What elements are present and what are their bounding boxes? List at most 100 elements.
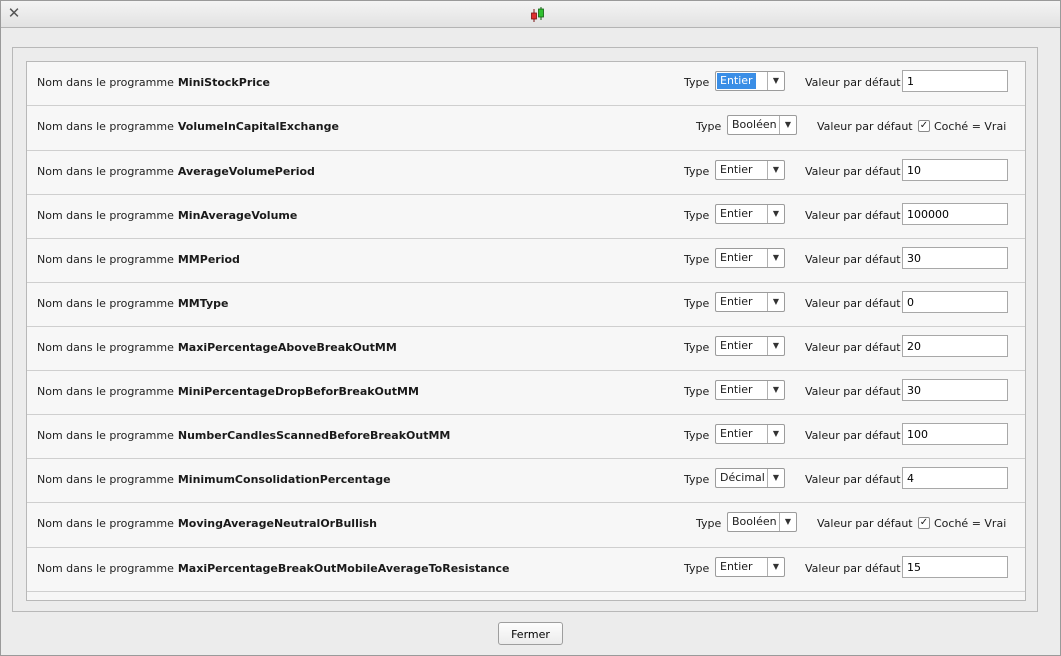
parameter-name: MaxiPercentageBreakOutMobileAverageToRes… bbox=[177, 562, 510, 575]
type-label: Type bbox=[684, 562, 710, 575]
type-label: Type bbox=[684, 473, 710, 486]
default-value-input[interactable] bbox=[902, 556, 1008, 578]
type-select-value: Entier bbox=[720, 427, 753, 440]
type-select[interactable]: Entier ▼ bbox=[715, 248, 785, 268]
type-select-value: Entier bbox=[720, 560, 753, 573]
parameter-name-label: Nom dans le programme MiniPercentageDropB… bbox=[37, 385, 419, 398]
parameter-name-label: Nom dans le programme MinAverageVolume bbox=[37, 209, 297, 222]
type-select-value: Entier bbox=[720, 339, 753, 352]
type-select-value: Décimal bbox=[720, 471, 765, 484]
chevron-down-icon[interactable]: ▼ bbox=[767, 293, 784, 311]
chevron-down-icon[interactable]: ▼ bbox=[767, 161, 784, 179]
parameter-row: Nom dans le programme MinimumConsolidatio… bbox=[27, 459, 1025, 503]
type-select-value: Booléen bbox=[732, 515, 777, 528]
parameters-list[interactable]: Nom dans le programme MiniStockPrice Type E… bbox=[26, 61, 1026, 601]
parameter-name: VolumeInCapitalExchange bbox=[177, 120, 339, 133]
parameter-row: Nom dans le programme VolumeInCapitalExch… bbox=[27, 106, 1025, 151]
candlestick-chart-icon bbox=[531, 7, 544, 22]
default-value-input[interactable] bbox=[902, 379, 1008, 401]
type-select-value: Entier bbox=[717, 73, 756, 89]
default-value-label: Valeur par défaut bbox=[805, 473, 901, 486]
type-select[interactable]: Entier ▼ bbox=[715, 424, 785, 444]
parameter-name-label: Nom dans le programme MiniStockPrice bbox=[37, 76, 270, 89]
type-select-value: Entier bbox=[720, 207, 753, 220]
checkbox-label: Coché = Vrai bbox=[934, 517, 1007, 530]
default-value-label: Valeur par défaut bbox=[805, 429, 901, 442]
default-checkbox[interactable]: ✓ bbox=[918, 517, 930, 529]
type-select[interactable]: Entier ▼ bbox=[715, 160, 785, 180]
type-select[interactable]: Booléen ▼ bbox=[727, 512, 797, 532]
parameter-name-label: Nom dans le programme AverageVolumePeriod bbox=[37, 165, 315, 178]
chevron-down-icon[interactable]: ▼ bbox=[767, 205, 784, 223]
parameter-name-label: Nom dans le programme VolumeInCapitalExch… bbox=[37, 120, 339, 133]
type-select-value: Entier bbox=[720, 295, 753, 308]
type-select[interactable]: Entier ▼ bbox=[715, 557, 785, 577]
default-value-label: Valeur par défaut bbox=[805, 341, 901, 354]
type-label: Type bbox=[684, 253, 710, 266]
default-value-label: Valeur par défaut bbox=[805, 76, 901, 89]
parameters-panel: Nom dans le programme MiniStockPrice Type E… bbox=[12, 47, 1038, 612]
chevron-down-icon[interactable]: ▼ bbox=[767, 249, 784, 267]
parameter-name: MinimumConsolidationPercentage bbox=[177, 473, 391, 486]
parameter-name: MovingAverageNeutralOrBullish bbox=[177, 517, 377, 530]
name-prefix: Nom dans le programme bbox=[37, 341, 174, 354]
default-value-label: Valeur par défaut bbox=[805, 385, 901, 398]
default-value-label: Valeur par défaut bbox=[805, 165, 901, 178]
name-prefix: Nom dans le programme bbox=[37, 297, 174, 310]
type-select[interactable]: Entier ▼ bbox=[715, 380, 785, 400]
default-checkbox[interactable]: ✓ bbox=[918, 120, 930, 132]
type-label: Type bbox=[684, 165, 710, 178]
default-value-input[interactable] bbox=[902, 70, 1008, 92]
type-select[interactable]: Entier ▼ bbox=[715, 292, 785, 312]
default-value-input[interactable] bbox=[902, 247, 1008, 269]
parameter-name: MMType bbox=[177, 297, 229, 310]
name-prefix: Nom dans le programme bbox=[37, 120, 174, 133]
parameter-row: Nom dans le programme MovingAverageNeutra… bbox=[27, 503, 1025, 548]
default-value-input[interactable] bbox=[902, 423, 1008, 445]
type-select-value: Entier bbox=[720, 163, 753, 176]
chevron-down-icon[interactable]: ▼ bbox=[767, 337, 784, 355]
type-select[interactable]: Entier ▼ bbox=[715, 336, 785, 356]
chevron-down-icon[interactable]: ▼ bbox=[779, 116, 796, 134]
default-value-input[interactable] bbox=[902, 467, 1008, 489]
type-select[interactable]: Entier ▼ bbox=[715, 204, 785, 224]
type-label: Type bbox=[684, 429, 710, 442]
name-prefix: Nom dans le programme bbox=[37, 209, 174, 222]
type-select[interactable]: Booléen ▼ bbox=[727, 115, 797, 135]
default-value-label: Valeur par défaut bbox=[817, 517, 913, 530]
parameter-row: Nom dans le programme MaxiPercentageBreak… bbox=[27, 548, 1025, 592]
chevron-down-icon[interactable]: ▼ bbox=[779, 513, 796, 531]
default-value-label: Valeur par défaut bbox=[805, 562, 901, 575]
parameter-name: MMPeriod bbox=[177, 253, 240, 266]
name-prefix: Nom dans le programme bbox=[37, 253, 174, 266]
name-prefix: Nom dans le programme bbox=[37, 165, 174, 178]
default-value-input[interactable] bbox=[902, 203, 1008, 225]
close-icon[interactable]: ✕ bbox=[7, 6, 21, 21]
chevron-down-icon[interactable]: ▼ bbox=[767, 381, 784, 399]
default-value-input[interactable] bbox=[902, 159, 1008, 181]
parameter-row: Nom dans le programme MMType Type Entier ▼ Va… bbox=[27, 283, 1025, 327]
name-prefix: Nom dans le programme bbox=[37, 76, 174, 89]
chevron-down-icon[interactable]: ▼ bbox=[767, 558, 784, 576]
parameter-name: MaxiPercentageAboveBreakOutMM bbox=[177, 341, 397, 354]
parameter-row: Nom dans le programme MiniPercentageDropB… bbox=[27, 371, 1025, 415]
type-label: Type bbox=[684, 76, 710, 89]
type-select[interactable]: Décimal ▼ bbox=[715, 468, 785, 488]
parameter-row: Nom dans le programme MinAverageVolume Typ… bbox=[27, 195, 1025, 239]
name-prefix: Nom dans le programme bbox=[37, 517, 174, 530]
default-value-input[interactable] bbox=[902, 291, 1008, 313]
chevron-down-icon[interactable]: ▼ bbox=[767, 469, 784, 487]
default-value-input[interactable] bbox=[902, 335, 1008, 357]
parameter-name: NumberCandlesScannedBeforeBreakOutMM bbox=[177, 429, 451, 442]
parameter-name-label: Nom dans le programme MMType bbox=[37, 297, 228, 310]
parameter-name-label: Nom dans le programme MaxiPercentageAbove… bbox=[37, 341, 397, 354]
parameter-row: Nom dans le programme AverageVolumePeriod… bbox=[27, 151, 1025, 195]
type-select[interactable]: Entier ▼ bbox=[715, 71, 785, 91]
chevron-down-icon[interactable]: ▼ bbox=[767, 425, 784, 443]
type-select-value: Entier bbox=[720, 383, 753, 396]
type-label: Type bbox=[696, 120, 722, 133]
type-label: Type bbox=[684, 341, 710, 354]
parameter-name: MiniStockPrice bbox=[177, 76, 270, 89]
close-button[interactable]: Fermer bbox=[498, 622, 563, 645]
chevron-down-icon[interactable]: ▼ bbox=[767, 72, 784, 90]
